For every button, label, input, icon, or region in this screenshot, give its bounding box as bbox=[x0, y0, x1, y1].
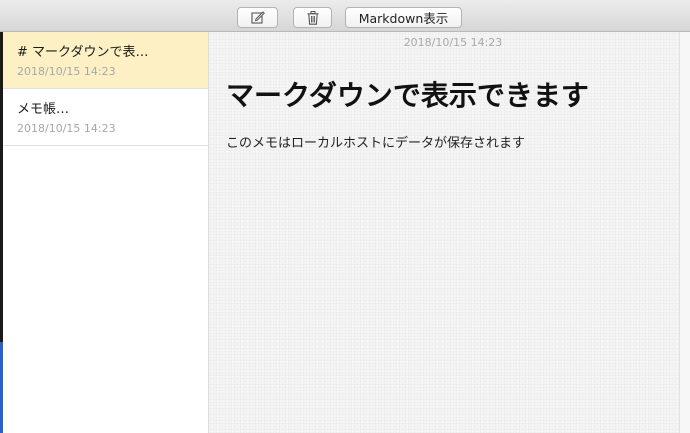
note-list-item[interactable]: メモ帳… 2018/10/15 14:23 bbox=[3, 89, 208, 146]
note-date: 2018/10/15 14:23 bbox=[17, 122, 116, 135]
note-title: # マークダウンで表… bbox=[17, 45, 149, 60]
new-note-button[interactable] bbox=[237, 7, 278, 28]
compose-icon bbox=[250, 11, 265, 24]
markdown-view-button[interactable]: Markdown表示 bbox=[345, 7, 462, 28]
note-preview[interactable]: 2018/10/15 14:23 マークダウンで表示できます このメモはローカル… bbox=[209, 32, 679, 433]
note-timestamp: 2018/10/15 14:23 bbox=[403, 36, 503, 49]
delete-note-button[interactable] bbox=[293, 7, 332, 28]
scrollbar[interactable] bbox=[679, 32, 690, 433]
note-body: このメモはローカルホストにデータが保存されます bbox=[226, 136, 526, 151]
note-list-item[interactable]: # マークダウンで表… 2018/10/15 14:23 bbox=[3, 32, 208, 89]
note-heading: マークダウンで表示できます bbox=[226, 79, 589, 112]
trash-icon bbox=[307, 10, 318, 25]
note-list: # マークダウンで表… 2018/10/15 14:23 メモ帳… 2018/1… bbox=[3, 32, 209, 433]
note-date: 2018/10/15 14:23 bbox=[17, 65, 116, 78]
note-title: メモ帳… bbox=[17, 102, 70, 117]
markdown-view-label: Markdown表示 bbox=[358, 11, 449, 26]
toolbar: Markdown表示 bbox=[0, 0, 690, 32]
